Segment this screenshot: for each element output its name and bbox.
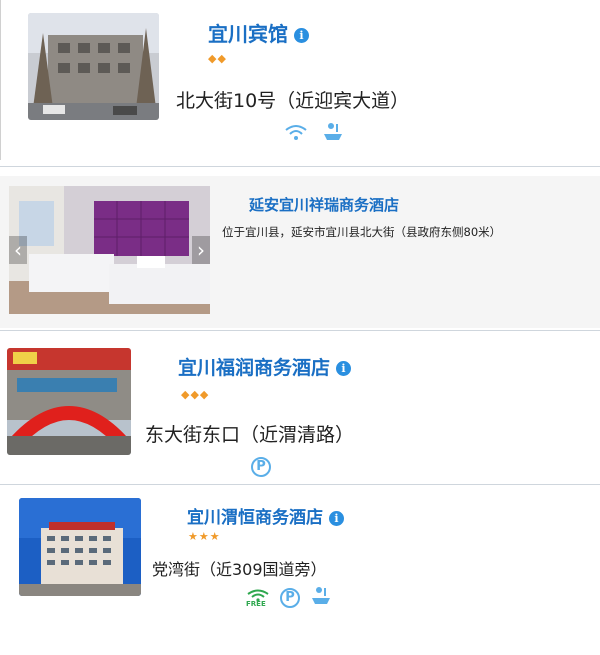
- info-icon[interactable]: i: [336, 361, 352, 376]
- rating-stars: ◆◆◆: [181, 388, 210, 401]
- hotel-photo[interactable]: [19, 498, 141, 596]
- hotel-photo[interactable]: [7, 348, 131, 455]
- hotel-name[interactable]: 宜川宾馆 i: [208, 18, 309, 47]
- info-icon[interactable]: i: [294, 28, 309, 43]
- hotel-photo[interactable]: [28, 13, 159, 120]
- info-icon[interactable]: i: [329, 510, 344, 526]
- hotel-name[interactable]: 宜川渭恒商务酒店 i: [187, 503, 344, 528]
- free-wifi-icon: FREE: [246, 587, 270, 609]
- breakfast-icon: [310, 586, 332, 610]
- breakfast-icon: [322, 122, 344, 146]
- divider: [0, 166, 600, 167]
- hotel-card[interactable]: 宜川福润商务酒店 i ◆◆◆ 东大街东口（近渭清路） P: [0, 338, 600, 480]
- hotel-card[interactable]: ‹ › 延安宜川祥瑞商务酒店 位于宜川县，延安市宜川县北大街（县政府东侧80米）: [0, 176, 600, 328]
- amenity-icons: FREE P: [246, 586, 332, 610]
- hotel-address: 党湾街（近309国道旁）: [152, 560, 327, 579]
- divider: [0, 330, 600, 331]
- hotel-name[interactable]: 宜川福润商务酒店 i: [178, 353, 352, 380]
- divider: [0, 484, 600, 485]
- hotel-address: 位于宜川县，延安市宜川县北大街（县政府东侧80米）: [222, 225, 502, 239]
- rating-stars: ★★★: [188, 530, 221, 543]
- wifi-icon: [284, 123, 308, 145]
- hotel-photo-carousel[interactable]: ‹ ›: [9, 186, 210, 314]
- hotel-address: 东大街东口（近渭清路）: [145, 424, 355, 446]
- carousel-next-button[interactable]: ›: [192, 236, 210, 264]
- carousel-prev-button[interactable]: ‹: [9, 236, 27, 264]
- amenity-icons: [284, 122, 344, 146]
- hotel-card[interactable]: 宜川宾馆 i ◆◆ 北大街10号（近迎宾大道）: [0, 0, 600, 160]
- amenity-icons: P: [251, 457, 271, 477]
- hotel-name-text[interactable]: 宜川福润商务酒店: [178, 357, 330, 379]
- hotel-name-text[interactable]: 宜川宾馆: [208, 22, 288, 46]
- free-wifi-label: FREE: [246, 600, 266, 608]
- parking-icon: P: [280, 588, 300, 608]
- hotel-name-text[interactable]: 宜川渭恒商务酒店: [187, 508, 323, 528]
- hotel-card[interactable]: 宜川渭恒商务酒店 i ★★★ 党湾街（近309国道旁） FREE P: [0, 490, 600, 655]
- rating-stars: ◆◆: [208, 52, 227, 65]
- hotel-address: 北大街10号（近迎宾大道）: [176, 90, 410, 112]
- hotel-name[interactable]: 延安宜川祥瑞商务酒店: [249, 194, 399, 215]
- parking-icon: P: [251, 457, 271, 477]
